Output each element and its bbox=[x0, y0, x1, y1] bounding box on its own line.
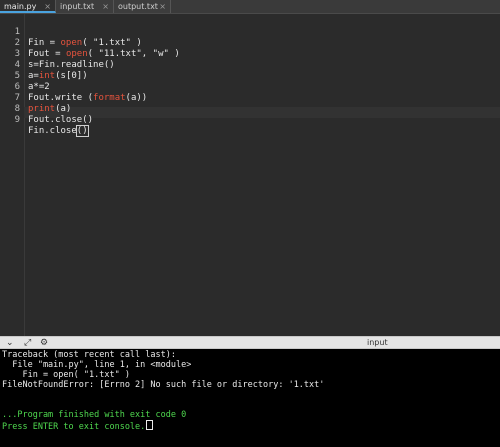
line-number: 9 bbox=[14, 115, 20, 125]
tab-output-txt[interactable]: output.txt × bbox=[114, 0, 171, 13]
console-line: Fin = open( "1.txt" ) bbox=[2, 370, 130, 380]
console-line: Traceback (most recent call last): bbox=[2, 350, 176, 360]
tab-label: main.py bbox=[4, 2, 37, 11]
code-line[interactable]: 2 Fout = open( "11.txt", "w" ) bbox=[0, 27, 500, 59]
console-toolbar: ⌄ ⤢ ⚙ input bbox=[0, 336, 500, 349]
code-line[interactable]: 7 print(a) bbox=[0, 82, 500, 114]
online-python-ide: main.py × input.txt × output.txt × 1 Fin… bbox=[0, 0, 500, 447]
exit-status-line: ...Program finished with exit code 0 bbox=[2, 410, 187, 420]
code-line[interactable]: 1 Fin = open( "1.txt" ) bbox=[0, 16, 500, 48]
code-line[interactable]: 4 a=int(s[0]) bbox=[0, 49, 500, 81]
file-tab-bar: main.py × input.txt × output.txt × bbox=[0, 0, 500, 14]
tab-main-py[interactable]: main.py × bbox=[0, 0, 56, 13]
code-line[interactable]: 3 s=Fin.readline() bbox=[0, 38, 500, 70]
text-cursor[interactable] bbox=[146, 420, 154, 430]
chevron-down-icon[interactable]: ⌄ bbox=[6, 337, 14, 349]
tab-input-txt[interactable]: input.txt × bbox=[56, 0, 114, 13]
code-line[interactable]: 5 a*=2 bbox=[0, 60, 500, 92]
code-text[interactable]: Fin.close() bbox=[28, 125, 89, 137]
press-enter-line: Press ENTER to exit console. bbox=[2, 420, 154, 432]
code-line[interactable]: 9 Fin.close() bbox=[0, 104, 500, 137]
console-line: File "main.py", line 1, in <module> bbox=[2, 360, 192, 370]
tab-label: output.txt bbox=[118, 2, 158, 11]
code-line[interactable]: 8 Fout.close() bbox=[0, 93, 500, 125]
settings-icon[interactable]: ⚙ bbox=[40, 337, 48, 349]
code-line[interactable]: 6 Fout.write (format(a)) bbox=[0, 71, 500, 103]
tab-label: input.txt bbox=[60, 2, 95, 11]
expand-icon[interactable]: ⤢ bbox=[24, 337, 31, 349]
code-editor[interactable]: 1 Fin = open( "1.txt" ) 2 Fout = open( "… bbox=[0, 14, 500, 336]
bracket-match-highlight: () bbox=[75, 125, 89, 137]
output-console[interactable]: Traceback (most recent call last): File … bbox=[0, 349, 500, 447]
close-icon[interactable]: × bbox=[44, 0, 51, 13]
input-label: input bbox=[367, 338, 388, 347]
close-icon[interactable]: × bbox=[159, 0, 166, 13]
console-line: FileNotFoundError: [Errno 2] No such fil… bbox=[2, 380, 325, 390]
code-text[interactable]: Fout.close() bbox=[28, 115, 93, 126]
close-icon[interactable]: × bbox=[102, 0, 109, 13]
